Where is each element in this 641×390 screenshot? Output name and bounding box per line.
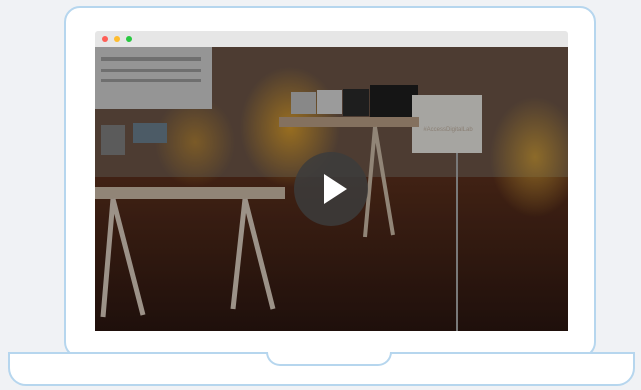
minimize-window-dot[interactable]: [114, 36, 120, 42]
play-button[interactable]: [294, 152, 368, 226]
maximize-window-dot[interactable]: [126, 36, 132, 42]
laptop-notch: [266, 352, 392, 366]
window-titlebar: [95, 31, 568, 47]
sign-text: #AccessDigitalLab: [423, 127, 473, 133]
close-window-dot[interactable]: [102, 36, 108, 42]
play-icon: [324, 174, 347, 204]
